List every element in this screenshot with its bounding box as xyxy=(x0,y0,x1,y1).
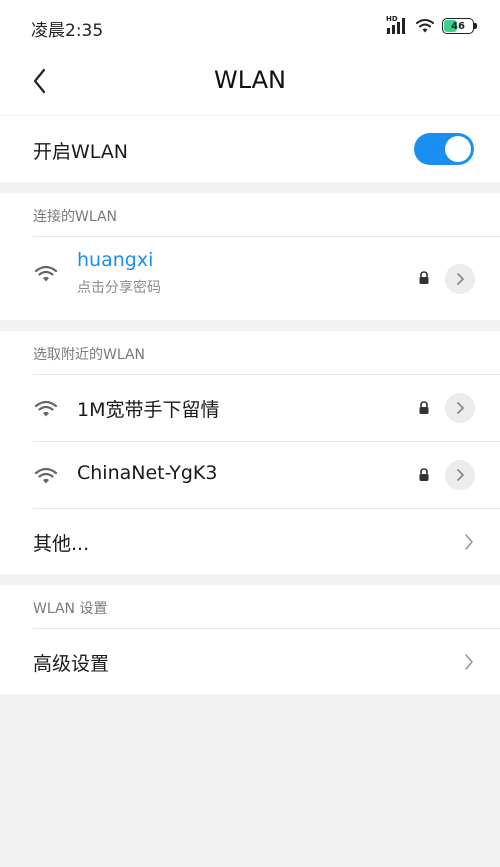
wifi-signal-icon xyxy=(34,265,58,282)
chevron-right-icon xyxy=(465,534,473,550)
network-details-button[interactable] xyxy=(445,264,475,294)
connected-network-row[interactable]: huangxi 点击分享密码 xyxy=(0,237,500,320)
wifi-signal-icon xyxy=(34,467,58,484)
advanced-settings-row[interactable]: 高级设置 xyxy=(0,629,500,694)
connected-section: 连接的WLAN huangxi 点击分享密码 xyxy=(0,193,500,320)
status-time: 凌晨2:35 xyxy=(31,21,104,41)
network-name: 1M宽带手下留情 xyxy=(77,399,220,421)
chevron-right-icon xyxy=(457,402,464,414)
other-networks-label: 其他... xyxy=(33,533,90,555)
connected-network-name: huangxi xyxy=(77,249,154,271)
toggle-knob xyxy=(445,136,471,162)
wlan-toggle-switch[interactable] xyxy=(414,133,474,165)
battery-icon: 46 xyxy=(442,18,477,34)
chevron-right-icon xyxy=(457,273,464,285)
status-bar: 凌晨2:35 HD 46 xyxy=(0,0,500,52)
network-details-button[interactable] xyxy=(445,460,475,490)
chevron-right-icon xyxy=(465,654,473,670)
nearby-section-title: 选取附近的WLAN xyxy=(33,347,146,363)
status-icons: HD 46 xyxy=(386,15,477,37)
nearby-network-row[interactable]: 1M宽带手下留情 xyxy=(0,375,500,441)
cellular-signal-icon: HD xyxy=(386,15,408,35)
nearby-section: 选取附近的WLAN 1M宽带手下留情 ChinaNet-YgK3 其他... xyxy=(0,331,500,574)
other-networks-row[interactable]: 其他... xyxy=(0,509,500,574)
connected-section-title: 连接的WLAN xyxy=(33,209,118,225)
wlan-toggle-row[interactable]: 开启WLAN xyxy=(0,116,500,182)
wlan-toggle-label: 开启WLAN xyxy=(33,141,129,163)
wifi-signal-icon xyxy=(34,400,58,417)
chevron-right-icon xyxy=(457,469,464,481)
lock-icon xyxy=(419,271,429,284)
settings-section: WLAN 设置 高级设置 xyxy=(0,585,500,694)
lock-icon xyxy=(419,468,429,481)
network-name: ChinaNet-YgK3 xyxy=(77,462,218,484)
battery-level-text: 46 xyxy=(451,20,465,32)
advanced-settings-label: 高级设置 xyxy=(33,653,110,675)
lock-icon xyxy=(419,401,429,414)
settings-section-title: WLAN 设置 xyxy=(33,601,108,617)
app-bar: WLAN xyxy=(0,52,500,115)
nearby-network-row[interactable]: ChinaNet-YgK3 xyxy=(0,442,500,508)
network-details-button[interactable] xyxy=(445,393,475,423)
page-title: WLAN xyxy=(213,66,287,94)
wifi-status-icon xyxy=(416,18,434,34)
share-password-hint: 点击分享密码 xyxy=(77,280,161,296)
